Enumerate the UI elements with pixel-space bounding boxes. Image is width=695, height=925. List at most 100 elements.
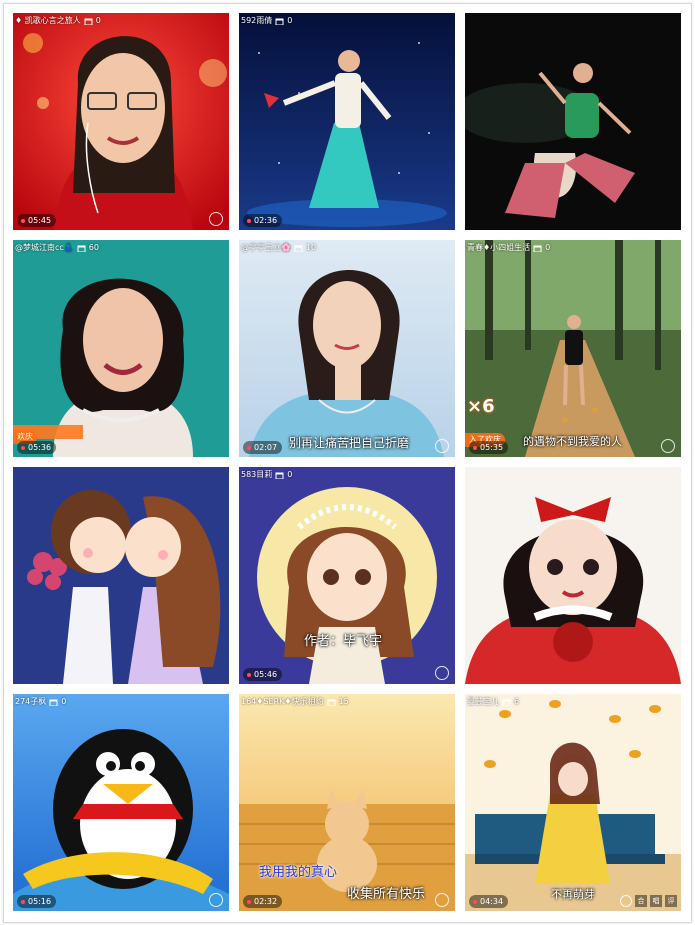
video-tile[interactable]: 曼芸宝儿 6 不再萌芽 04:34 合 唱 评: [465, 694, 681, 911]
thumbnail-dancer-stage: [239, 13, 455, 230]
duration: 05:16: [28, 897, 52, 906]
duration: 02:07: [254, 443, 278, 452]
gift-count: 0: [287, 16, 293, 25]
record-dot-icon: [21, 899, 25, 904]
gift-count: 6: [514, 697, 520, 706]
gift-icon: [275, 17, 284, 25]
duration-badge: 05:35: [469, 441, 509, 454]
username: @梦城江南cc👗: [15, 243, 74, 252]
tile-header: 592雨倩 0: [241, 14, 292, 28]
video-tile[interactable]: [465, 13, 681, 230]
duration: 05:45: [28, 216, 52, 225]
duration: 04:34: [480, 897, 504, 906]
lyric-caption: 作者：毕飞宇: [304, 634, 383, 649]
gift-icon: [327, 698, 336, 706]
video-tile[interactable]: [465, 467, 681, 684]
video-tile[interactable]: 274子枫 0 05:16: [13, 694, 229, 911]
comment-chip[interactable]: 评: [665, 895, 677, 907]
lyric-caption: 我用我的真心: [259, 865, 338, 880]
duration: 02:32: [254, 897, 278, 906]
username: @亭亭玉立🌸: [241, 243, 291, 252]
thumbnail-cartoon-girl-moon: [239, 467, 455, 684]
username: 583目莉: [241, 470, 273, 479]
video-tile[interactable]: 青春♦小四姐生活 0 ×6 入了欢庆 的遇物不到我爱的人 05:35: [465, 240, 681, 457]
gift-count: 0: [61, 697, 67, 706]
mute-icon[interactable]: [209, 212, 223, 226]
video-tile[interactable]: 592雨倩 0 02:36: [239, 13, 455, 230]
video-tile[interactable]: [13, 467, 229, 684]
mute-icon[interactable]: [620, 895, 632, 907]
thumbnail-cartoon-snow-white: [465, 467, 681, 684]
duration-badge: 05:46: [243, 668, 283, 681]
thumbnail-dancer-dark: [465, 13, 681, 230]
username: 青春♦小四姐生活: [467, 243, 531, 252]
gift-icon: [502, 698, 511, 706]
duration: 05:35: [480, 443, 504, 452]
thumbnail-woman-light-blue: [239, 240, 455, 457]
tile-header: @亭亭玉立🌸 10: [241, 241, 316, 255]
lyric-caption: 的遇物不到我爱的人: [523, 435, 622, 448]
tile-header: 274子枫 0: [15, 695, 66, 709]
gift-icon: [275, 471, 284, 479]
tile-header: 青春♦小四姐生活 0: [467, 241, 550, 255]
gift-icon: [77, 244, 86, 252]
gift-count: 10: [305, 243, 317, 252]
tile-header: 164♦SERK♦快乐相约 15: [241, 695, 349, 709]
duration-badge: 02:32: [243, 895, 283, 908]
duration: 05:46: [254, 670, 278, 679]
record-dot-icon: [473, 899, 477, 904]
sing-chip[interactable]: 唱: [650, 895, 662, 907]
duration: 02:36: [254, 216, 278, 225]
lyric-caption: 不再萌芽: [551, 888, 595, 901]
duration-badge: 02:07: [243, 441, 283, 454]
gift-count: 0: [95, 16, 101, 25]
record-dot-icon: [247, 218, 251, 223]
replay-icon[interactable]: [435, 893, 449, 907]
username: 274子枫: [15, 697, 47, 706]
record-dot-icon: [247, 445, 251, 450]
video-tile[interactable]: @亭亭玉立🌸 10 别再让痛苦把自己折磨 02:07: [239, 240, 455, 457]
gift-count: 0: [545, 243, 551, 252]
video-grid: ♦ 凯歌心言之旅人 0 05:45 592雨倩 0 02:36 @梦城江南cc👗…: [3, 3, 692, 923]
thumbnail-cartoon-girl-bench: [465, 694, 681, 911]
gift-icon: [533, 244, 542, 252]
username: 曼芸宝儿: [467, 697, 499, 706]
duration-badge: 05:45: [17, 214, 57, 227]
action-chips: 合 唱 评: [620, 895, 677, 907]
gift-count: 60: [88, 243, 99, 252]
duration-badge: 05:16: [17, 895, 57, 908]
record-dot-icon: [21, 445, 25, 450]
thumbnail-cartoon-couple: [13, 467, 229, 684]
duration-badge: 04:34: [469, 895, 509, 908]
record-dot-icon: [247, 672, 251, 677]
mute-icon[interactable]: [209, 893, 223, 907]
gift-count: 15: [338, 697, 349, 706]
duration-badge: 05:36: [17, 441, 57, 454]
tile-header: 583目莉 0: [241, 468, 292, 482]
username: 164♦SERK♦快乐相约: [241, 697, 324, 706]
duration-badge: 02:36: [243, 214, 283, 227]
tile-header: ♦ 凯歌心言之旅人 0: [15, 14, 101, 28]
replay-icon[interactable]: [435, 439, 449, 453]
record-dot-icon: [247, 899, 251, 904]
record-dot-icon: [473, 445, 477, 450]
replay-icon[interactable]: [435, 666, 449, 680]
tile-header: 曼芸宝儿 6: [467, 695, 519, 709]
video-tile[interactable]: 164♦SERK♦快乐相约 15 我用我的真心 收集所有快乐 02:32: [239, 694, 455, 911]
thumbnail-woman-red-background: [13, 13, 229, 230]
gift-icon: [84, 17, 93, 25]
lyric-caption-2: 收集所有快乐: [347, 887, 426, 902]
lyric-caption: 别再让痛苦把自己折磨: [289, 436, 410, 450]
video-tile[interactable]: @梦城江南cc👗 60 欢庆 05:36: [13, 240, 229, 457]
video-tile[interactable]: 583目莉 0 作者：毕飞宇 05:46: [239, 467, 455, 684]
gift-count: 0: [287, 470, 293, 479]
chorus-chip[interactable]: 合: [635, 895, 647, 907]
duration: 05:36: [28, 443, 52, 452]
username: 592雨倩: [241, 16, 273, 25]
video-tile[interactable]: ♦ 凯歌心言之旅人 0 05:45: [13, 13, 229, 230]
username: ♦ 凯歌心言之旅人: [15, 16, 81, 25]
thumbnail-woman-teal: [13, 240, 229, 457]
gift-multiplier: ×6: [467, 396, 495, 417]
thumbnail-autumn-path: [465, 240, 681, 457]
replay-icon[interactable]: [661, 439, 675, 453]
